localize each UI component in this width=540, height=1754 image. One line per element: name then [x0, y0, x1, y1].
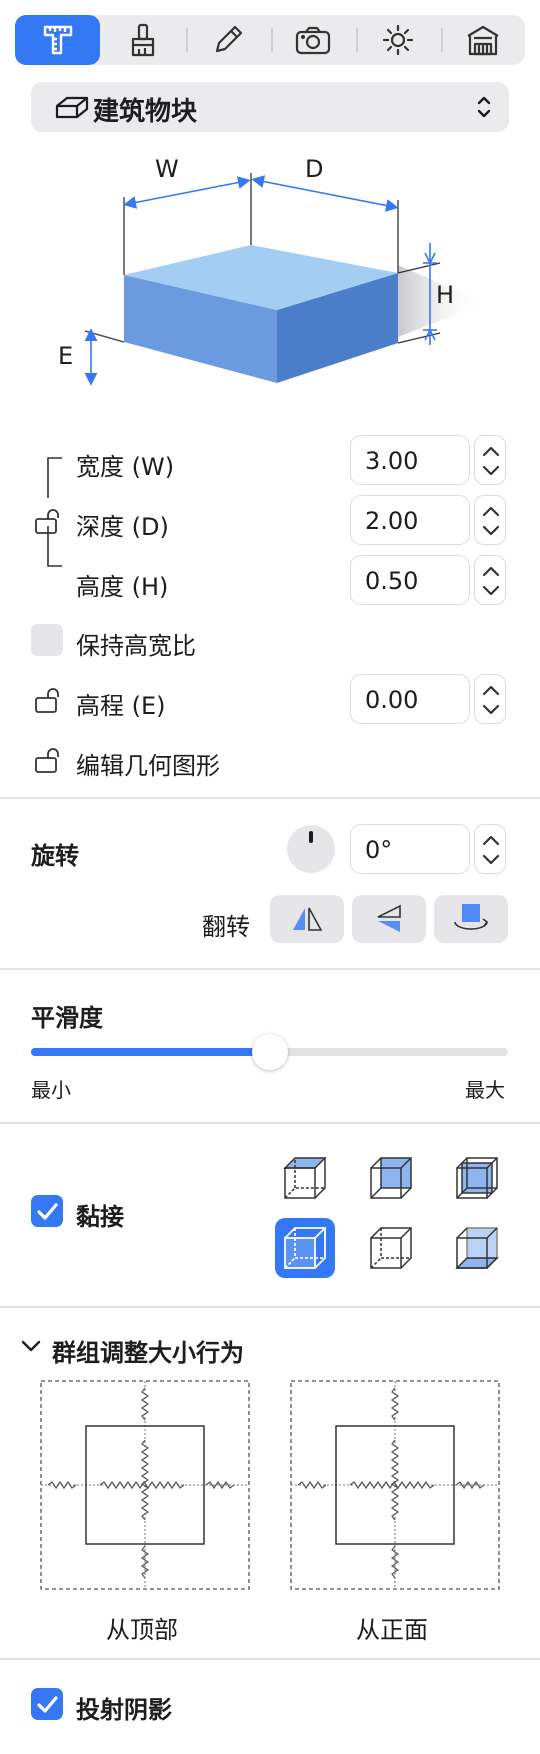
- rotation-title: 旋转: [31, 842, 79, 870]
- cube-bottom-face-icon: [455, 1227, 499, 1269]
- depth-stepper[interactable]: [474, 495, 506, 545]
- inspector-toolbar: [15, 15, 525, 65]
- block-dimension-diagram: W D H E: [58, 155, 485, 386]
- sun-icon: [382, 24, 413, 56]
- tool-object-inspector[interactable]: [15, 15, 100, 65]
- checkmark-icon: [37, 1696, 58, 1713]
- divider: [0, 1306, 540, 1308]
- tool-building[interactable]: [440, 15, 525, 65]
- stepper-arrows-icon: [482, 446, 500, 476]
- resize-from-front-label: 从正面: [356, 1616, 428, 1644]
- depth-label: 深度 (D): [76, 513, 169, 541]
- flip-vertical-icon: [377, 904, 401, 932]
- elevation-field[interactable]: 0.00: [350, 674, 470, 724]
- stepper-arrows-icon: [482, 685, 500, 715]
- flip-horizontal-button[interactable]: [270, 895, 344, 943]
- proportion-lock-icon[interactable]: [34, 507, 62, 535]
- rotation-dial-indicator: [309, 831, 313, 843]
- brush-icon: [131, 23, 154, 57]
- cube-top-face-icon: [283, 1157, 327, 1199]
- diagram-label-w: W: [155, 155, 179, 183]
- rotation-dial[interactable]: [287, 825, 335, 873]
- width-label: 宽度 (W): [76, 453, 175, 481]
- snap-option-back[interactable]: [361, 1148, 421, 1208]
- resize-from-top-label: 从顶部: [106, 1616, 178, 1644]
- storefront-icon: [466, 25, 499, 56]
- stepper-arrows-icon: [482, 506, 500, 536]
- tool-lighting[interactable]: [355, 15, 440, 65]
- tool-material[interactable]: [100, 15, 185, 65]
- divider: [0, 1658, 540, 1660]
- block-icon: [55, 96, 89, 119]
- pencil-icon: [215, 25, 242, 53]
- object-type-select[interactable]: 建筑物块: [31, 82, 509, 132]
- measure-object-icon: [43, 25, 72, 55]
- snap-checkbox[interactable]: [31, 1195, 63, 1227]
- keep-ratio-checkbox[interactable]: [31, 624, 63, 656]
- edit-geometry-label[interactable]: 编辑几何图形: [76, 746, 220, 781]
- smoothness-title: 平滑度: [31, 1004, 103, 1032]
- elevation-stepper[interactable]: [474, 674, 506, 724]
- snap-option-top[interactable]: [275, 1148, 335, 1208]
- cube-wireframe-icon: [370, 1227, 412, 1269]
- object-type-label: 建筑物块: [93, 97, 198, 127]
- snap-option-bottom[interactable]: [447, 1218, 507, 1278]
- cube-back-face-icon: [370, 1157, 412, 1199]
- diagram-label-h: H: [436, 281, 454, 309]
- cast-shadow-label: 投射阴影: [76, 1696, 172, 1724]
- depth-field[interactable]: 2.00: [350, 495, 470, 545]
- flip-horizontal-icon: [293, 907, 323, 931]
- divider: [0, 968, 540, 970]
- smoothness-min-label: 最小: [31, 1078, 71, 1102]
- camera-icon: [295, 26, 330, 55]
- height-stepper[interactable]: [474, 555, 506, 605]
- chevron-up-down-icon: [477, 96, 491, 118]
- chevron-down-icon[interactable]: [20, 1338, 42, 1354]
- rotation-stepper[interactable]: [474, 824, 506, 874]
- keep-ratio-label: 保持高宽比: [76, 632, 196, 660]
- divider: [0, 1122, 540, 1124]
- snap-option-bottom-front[interactable]: [275, 1218, 335, 1278]
- snap-label: 黏接: [76, 1203, 124, 1231]
- cast-shadow-checkbox[interactable]: [31, 1688, 63, 1720]
- smoothness-max-label: 最大: [465, 1078, 505, 1102]
- cube-front-face-icon: [284, 1227, 326, 1269]
- width-stepper[interactable]: [474, 435, 506, 485]
- tool-edit[interactable]: [185, 15, 270, 65]
- diagram-label-d: D: [305, 155, 323, 183]
- flip-label: 翻转: [202, 913, 250, 941]
- tool-camera[interactable]: [270, 15, 355, 65]
- resize-from-front-diagram[interactable]: [290, 1380, 500, 1590]
- height-field[interactable]: 0.50: [350, 555, 470, 605]
- flip-rotate-icon: [454, 904, 489, 930]
- stepper-arrows-icon: [482, 566, 500, 596]
- flip-vertical-button[interactable]: [352, 895, 426, 943]
- snap-option-right-back[interactable]: [447, 1148, 507, 1208]
- stepper-arrows-icon: [482, 835, 500, 865]
- resize-from-top-diagram[interactable]: [40, 1380, 250, 1590]
- checkmark-icon: [37, 1203, 58, 1220]
- elevation-lock-icon[interactable]: [34, 686, 64, 714]
- diagram-label-e: E: [58, 342, 73, 370]
- divider: [0, 797, 540, 799]
- snap-option-none[interactable]: [361, 1218, 421, 1278]
- edit-geometry-lock-icon[interactable]: [34, 746, 64, 774]
- smoothness-slider-fill: [31, 1048, 270, 1056]
- group-resize-title[interactable]: 群组调整大小行为: [52, 1333, 244, 1368]
- cube-center-face-icon: [456, 1157, 498, 1199]
- width-field[interactable]: 3.00: [350, 435, 470, 485]
- height-label: 高度 (H): [76, 573, 169, 601]
- smoothness-slider-knob[interactable]: [251, 1034, 288, 1070]
- flip-rotate-button[interactable]: [434, 895, 508, 943]
- rotation-field[interactable]: 0°: [350, 824, 470, 874]
- elevation-label: 高程 (E): [76, 692, 166, 720]
